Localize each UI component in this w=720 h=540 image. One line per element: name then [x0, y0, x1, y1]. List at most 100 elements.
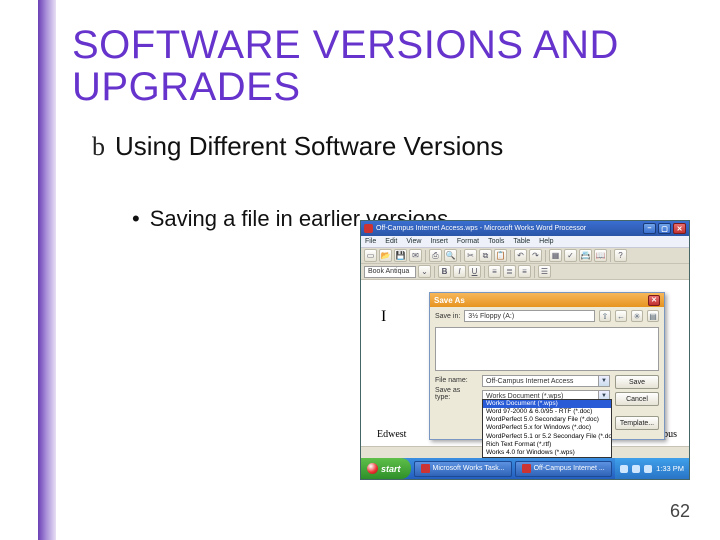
up-folder-icon[interactable]: ⇧ — [599, 310, 611, 322]
paste-icon[interactable]: 📋 — [494, 249, 507, 262]
menu-format[interactable]: Format — [457, 238, 479, 245]
separator — [484, 266, 485, 278]
redo-icon[interactable]: ↷ — [529, 249, 542, 262]
bullet-symbol: b — [92, 132, 105, 162]
cancel-button[interactable]: Cancel — [615, 392, 659, 406]
help-icon[interactable]: ? — [614, 249, 627, 262]
app-icon — [364, 224, 373, 233]
dialog-titlebar[interactable]: Save As ✕ — [430, 293, 664, 307]
thesaurus-icon[interactable]: 📖 — [594, 249, 607, 262]
formatting-toolbar: Book Antiqua ⌄ B I U ≡ ≣ ≡ ☰ — [361, 264, 689, 280]
file-list[interactable] — [435, 327, 659, 371]
align-left-icon[interactable]: ≡ — [488, 265, 501, 278]
taskbar: start Microsoft Works Task... Off-Campus… — [361, 458, 689, 479]
separator — [510, 250, 511, 262]
bullet-level-1: b Using Different Software Versions — [92, 132, 503, 162]
slide: SOFTWARE VERSIONS AND UPGRADES b Using D… — [0, 0, 720, 540]
taskbar-item[interactable]: Microsoft Works Task... — [414, 461, 512, 477]
slide-title: SOFTWARE VERSIONS AND UPGRADES — [72, 24, 672, 108]
dropdown-option[interactable]: Word 97-2000 & 6.0/95 - RTF (*.doc) — [483, 408, 611, 416]
clock: 1:33 PM — [656, 464, 684, 473]
print-icon[interactable]: ⎙ — [429, 249, 442, 262]
dropdown-option[interactable]: Works 4.0 for Windows (*.wps) — [483, 449, 611, 457]
savein-label: Save in: — [435, 313, 460, 320]
font-selector[interactable]: Book Antiqua — [364, 266, 416, 278]
align-center-icon[interactable]: ≣ — [503, 265, 516, 278]
views-icon[interactable]: ▤ — [647, 310, 659, 322]
save-button[interactable]: Save — [615, 375, 659, 389]
accent-bar — [38, 0, 56, 540]
menu-view[interactable]: View — [406, 238, 421, 245]
page-number: 62 — [670, 501, 690, 522]
separator — [460, 250, 461, 262]
bullet-text: Using Different Software Versions — [115, 132, 503, 162]
address-icon[interactable]: 📇 — [579, 249, 592, 262]
italic-icon[interactable]: I — [453, 265, 466, 278]
separator — [425, 250, 426, 262]
table-icon[interactable]: ▦ — [549, 249, 562, 262]
system-tray[interactable]: 1:33 PM — [615, 458, 689, 479]
underline-icon[interactable]: U — [468, 265, 481, 278]
cut-icon[interactable]: ✂ — [464, 249, 477, 262]
tray-icon[interactable] — [632, 465, 640, 473]
document-area[interactable]: I S Edwest will provide off-campus Save … — [361, 280, 689, 446]
bold-icon[interactable]: B — [438, 265, 451, 278]
menu-file[interactable]: File — [365, 238, 376, 245]
separator — [545, 250, 546, 262]
tray-icon[interactable] — [644, 465, 652, 473]
dropdown-option[interactable]: WordPerfect 5.1 or 5.2 Secondary File (*… — [483, 433, 611, 441]
menu-edit[interactable]: Edit — [385, 238, 397, 245]
close-button[interactable]: ✕ — [673, 223, 686, 234]
preview-icon[interactable]: 🔍 — [444, 249, 457, 262]
menu-help[interactable]: Help — [539, 238, 553, 245]
save-icon[interactable]: 💾 — [394, 249, 407, 262]
saveastype-label: Save as type: — [435, 387, 477, 401]
maximize-button[interactable]: ▢ — [658, 223, 671, 234]
app-icon — [522, 464, 531, 473]
separator — [434, 266, 435, 278]
font-size-selector[interactable]: ⌄ — [418, 265, 431, 278]
dialog-title: Save As — [434, 296, 465, 305]
separator — [610, 250, 611, 262]
app-icon — [421, 464, 430, 473]
dropdown-option[interactable]: WordPerfect 5.0 Secondary File (*.doc) — [483, 416, 611, 424]
undo-icon[interactable]: ↶ — [514, 249, 527, 262]
dialog-close-button[interactable]: ✕ — [648, 295, 660, 306]
minimize-button[interactable]: – — [643, 223, 656, 234]
menu-tools[interactable]: Tools — [488, 238, 504, 245]
menu-table[interactable]: Table — [513, 238, 530, 245]
menu-insert[interactable]: Insert — [430, 238, 448, 245]
mail-icon[interactable]: ✉ — [409, 249, 422, 262]
dropdown-option[interactable]: WordPerfect 5.x for Windows (*.doc) — [483, 424, 611, 432]
screenshot-word-processor: Off-Campus Internet Access.wps - Microso… — [360, 220, 690, 480]
new-folder-icon[interactable]: ✳ — [631, 310, 643, 322]
taskbar-item[interactable]: Off-Campus Internet ... — [515, 461, 612, 477]
saveastype-dropdown[interactable]: Works Document (*.wps) Word 97-2000 & 6.… — [482, 399, 612, 458]
windows-logo-icon — [367, 463, 378, 474]
align-right-icon[interactable]: ≡ — [518, 265, 531, 278]
menu-bar[interactable]: File Edit View Insert Format Tools Table… — [361, 236, 689, 248]
savein-combo[interactable]: 3½ Floppy (A:) — [464, 310, 595, 322]
copy-icon[interactable]: ⧉ — [479, 249, 492, 262]
doc-text-fragment: Edwest — [377, 429, 406, 440]
save-as-dialog: Save As ✕ Save in: 3½ Floppy (A:) ⇧ ← ✳ … — [429, 292, 665, 440]
template-button[interactable]: Template... — [615, 416, 659, 430]
tray-icon[interactable] — [620, 465, 628, 473]
new-icon[interactable]: ▭ — [364, 249, 377, 262]
start-button[interactable]: start — [361, 458, 411, 479]
bullet-dot: • — [132, 206, 140, 231]
dropdown-option[interactable]: Works Document (*.wps) — [483, 400, 611, 408]
standard-toolbar: ▭ 📂 💾 ✉ ⎙ 🔍 ✂ ⧉ 📋 ↶ ↷ ▦ ✓ 📇 📖 ? — [361, 248, 689, 264]
window-titlebar[interactable]: Off-Campus Internet Access.wps - Microso… — [361, 221, 689, 236]
filename-label: File name: — [435, 377, 477, 384]
chevron-down-icon[interactable]: ▼ — [598, 376, 609, 386]
spell-icon[interactable]: ✓ — [564, 249, 577, 262]
dropdown-option[interactable]: Rich Text Format (*.rtf) — [483, 441, 611, 449]
window-title: Off-Campus Internet Access.wps - Microso… — [376, 225, 586, 232]
open-icon[interactable]: 📂 — [379, 249, 392, 262]
savein-row: Save in: 3½ Floppy (A:) ⇧ ← ✳ ▤ — [430, 307, 664, 325]
separator — [534, 266, 535, 278]
back-icon[interactable]: ← — [615, 310, 627, 322]
bullets-icon[interactable]: ☰ — [538, 265, 551, 278]
filename-field[interactable]: Off-Campus Internet Access ▼ — [482, 375, 610, 387]
